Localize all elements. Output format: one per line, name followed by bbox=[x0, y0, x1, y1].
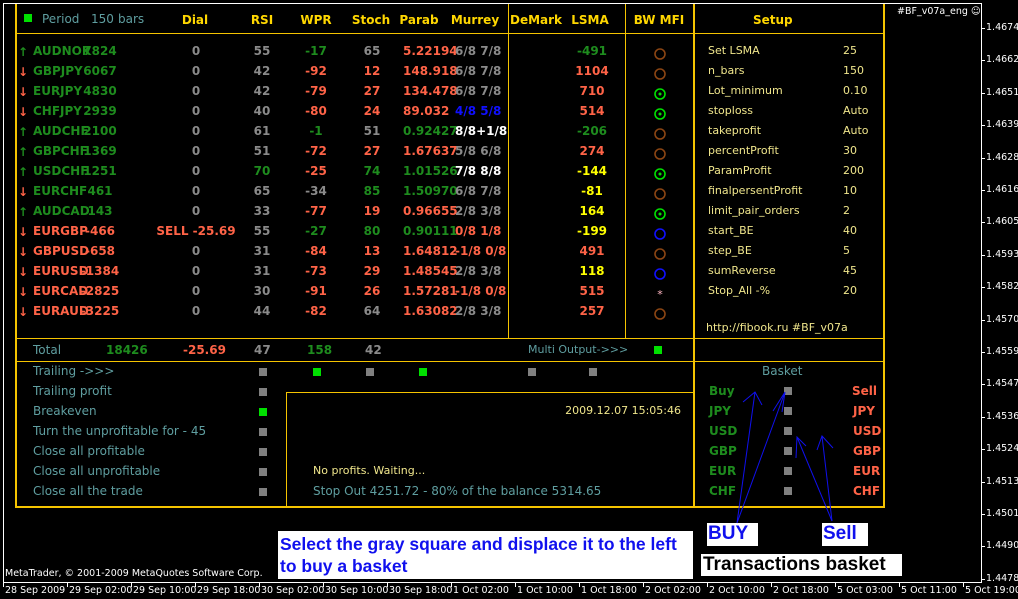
arrow-icon bbox=[736, 391, 786, 524]
price-label: 1.45705 bbox=[986, 313, 1018, 325]
price-tick bbox=[982, 546, 985, 548]
time-label: 5 Oct 11:00 bbox=[901, 585, 957, 596]
price-tick bbox=[982, 157, 985, 159]
price-label: 1.46740 bbox=[986, 22, 1018, 33]
price-tick bbox=[982, 190, 985, 191]
price-label: 1.45935 bbox=[986, 248, 1018, 260]
time-label: 1 Oct 18:00 bbox=[581, 585, 637, 596]
time-tick bbox=[963, 583, 964, 587]
price-tick bbox=[982, 60, 985, 62]
price-label: 1.46395 bbox=[986, 119, 1018, 131]
price-tick bbox=[982, 125, 985, 127]
price-label: 1.45820 bbox=[986, 281, 1018, 293]
price-tick bbox=[982, 384, 985, 386]
price-tick bbox=[982, 449, 985, 451]
time-label: 30 Sep 18:00 bbox=[389, 585, 453, 596]
time-label: 2 Oct 18:00 bbox=[773, 585, 829, 596]
time-tick bbox=[387, 583, 388, 587]
time-tick bbox=[67, 583, 68, 587]
price-tick bbox=[982, 416, 985, 418]
time-tick bbox=[643, 583, 644, 587]
time-label: 5 Oct 19:00 bbox=[965, 585, 1018, 596]
price-label: 1.45475 bbox=[986, 378, 1018, 390]
time-label: 5 Oct 03:00 bbox=[837, 585, 893, 596]
price-tick bbox=[982, 481, 985, 483]
price-label: 1.46165 bbox=[986, 184, 1018, 195]
time-tick bbox=[3, 583, 4, 587]
price-tick bbox=[982, 222, 985, 224]
time-tick bbox=[195, 583, 196, 587]
time-tick bbox=[259, 583, 260, 587]
time-label: 1 Oct 02:00 bbox=[453, 585, 509, 596]
price-label: 1.44785 bbox=[986, 572, 1018, 584]
price-label: 1.46280 bbox=[986, 151, 1018, 163]
price-tick bbox=[982, 514, 985, 515]
time-tick bbox=[771, 583, 772, 587]
price-label: 1.46625 bbox=[986, 54, 1018, 66]
annotation-arrows bbox=[736, 391, 834, 524]
price-tick bbox=[982, 319, 985, 321]
price-tick bbox=[982, 287, 985, 289]
price-label: 1.45015 bbox=[986, 508, 1018, 519]
time-label: 30 Sep 10:00 bbox=[325, 585, 389, 596]
time-label: 29 Sep 02:00 bbox=[69, 585, 133, 596]
price-label: 1.44900 bbox=[986, 540, 1018, 552]
time-label: 1 Oct 10:00 bbox=[517, 585, 573, 596]
time-label: 30 Sep 02:00 bbox=[261, 585, 325, 596]
price-tick bbox=[982, 92, 985, 94]
price-label: 1.45360 bbox=[986, 410, 1018, 422]
price-tick bbox=[982, 28, 985, 29]
price-tick bbox=[982, 578, 985, 580]
time-tick bbox=[515, 583, 516, 587]
time-tick bbox=[707, 583, 708, 587]
price-tick bbox=[982, 352, 985, 353]
arrow-icon bbox=[736, 391, 763, 524]
time-tick bbox=[451, 583, 452, 587]
price-label: 1.46510 bbox=[986, 86, 1018, 98]
time-tick bbox=[899, 583, 900, 587]
time-label: 29 Sep 18:00 bbox=[197, 585, 261, 596]
price-label: 1.45590 bbox=[986, 346, 1018, 357]
time-tick bbox=[579, 583, 580, 587]
time-label: 28 Sep 2009 bbox=[5, 585, 66, 596]
price-tick bbox=[982, 254, 985, 256]
arrow-icon bbox=[816, 435, 834, 522]
time-tick bbox=[323, 583, 324, 587]
time-label: 29 Sep 10:00 bbox=[133, 585, 197, 596]
time-tick bbox=[835, 583, 836, 587]
price-label: 1.45130 bbox=[986, 475, 1018, 487]
time-tick bbox=[131, 583, 132, 587]
time-label: 2 Oct 02:00 bbox=[645, 585, 701, 596]
time-label: 2 Oct 10:00 bbox=[709, 585, 765, 596]
price-label: 1.45245 bbox=[986, 443, 1018, 455]
price-label: 1.46050 bbox=[986, 216, 1018, 228]
